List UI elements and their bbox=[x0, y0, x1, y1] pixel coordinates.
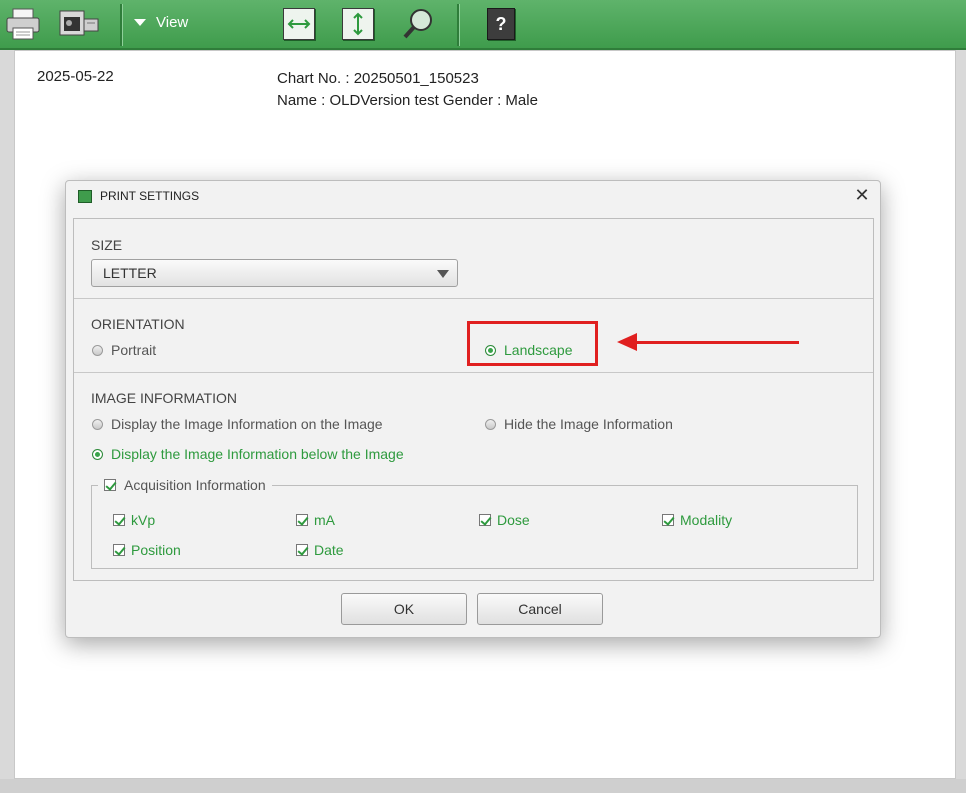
cancel-button[interactable]: Cancel bbox=[477, 593, 603, 625]
checkbox-checked-icon bbox=[479, 514, 491, 526]
toolbar: View ? bbox=[0, 0, 966, 50]
printer-icon[interactable] bbox=[4, 6, 42, 42]
size-section-label: SIZE bbox=[91, 237, 123, 253]
kvp-label: kVp bbox=[131, 512, 156, 528]
annotation-arrow-shaft bbox=[634, 341, 799, 344]
dialog-titlebar: PRINT SETTINGS bbox=[78, 189, 199, 203]
portrait-label: Portrait bbox=[111, 342, 157, 358]
chart-number: Chart No. : 20250501_150523 bbox=[277, 70, 479, 87]
patient-info: Chart No. : 20250501_150523 Name : OLDVe… bbox=[277, 68, 538, 112]
dialog-title: PRINT SETTINGS bbox=[100, 189, 200, 203]
section-divider bbox=[74, 298, 873, 299]
paper-size-value: LETTER bbox=[103, 265, 157, 281]
portrait-radio[interactable]: Portrait bbox=[92, 342, 156, 358]
view-menu[interactable]: View bbox=[134, 14, 188, 31]
annotation-arrow-icon bbox=[617, 333, 637, 351]
radio-button-icon bbox=[92, 344, 103, 356]
date-checkbox[interactable]: Date bbox=[296, 542, 344, 558]
modality-label: Modality bbox=[680, 512, 733, 528]
checkbox-checked-icon bbox=[113, 544, 125, 556]
checkbox-checked-icon bbox=[104, 479, 116, 491]
checkbox-checked-icon bbox=[296, 514, 308, 526]
modality-checkbox[interactable]: Modality bbox=[662, 512, 732, 528]
fit-height-icon[interactable] bbox=[341, 6, 375, 42]
acquisition-info-group: Acquisition Information kVp mA Dose Moda… bbox=[91, 477, 858, 569]
acquisition-checkbox-wrap bbox=[104, 479, 116, 491]
fit-width-icon[interactable] bbox=[282, 6, 316, 42]
highlight-box bbox=[467, 321, 598, 366]
dose-label: Dose bbox=[497, 512, 530, 528]
dose-checkbox[interactable]: Dose bbox=[479, 512, 530, 528]
checkbox-checked-icon bbox=[113, 514, 125, 526]
display-on-image-radio[interactable]: Display the Image Information on the Ima… bbox=[92, 416, 383, 432]
date-label: Date bbox=[314, 542, 344, 558]
hide-image-info-label: Hide the Image Information bbox=[504, 416, 673, 432]
view-label: View bbox=[156, 14, 189, 31]
horizontal-scrollbar[interactable] bbox=[0, 779, 966, 793]
help-glyph: ? bbox=[495, 13, 507, 34]
print-date: 2025-05-22 bbox=[37, 68, 114, 85]
display-below-image-radio[interactable]: Display the Image Information below the … bbox=[92, 446, 404, 462]
kvp-checkbox[interactable]: kVp bbox=[113, 512, 155, 528]
image-info-section-label: IMAGE INFORMATION bbox=[91, 390, 237, 406]
print-settings-dialog: PRINT SETTINGS ✕ SIZE LETTER ORIENTATION… bbox=[65, 180, 881, 638]
display-below-image-label: Display the Image Information below the … bbox=[111, 446, 404, 462]
display-on-image-label: Display the Image Information on the Ima… bbox=[111, 416, 383, 432]
zoom-icon[interactable] bbox=[400, 6, 436, 42]
help-icon[interactable]: ? bbox=[485, 6, 517, 42]
ma-checkbox[interactable]: mA bbox=[296, 512, 335, 528]
settings-panel: SIZE LETTER ORIENTATION Portrait Landsca… bbox=[73, 218, 874, 581]
radio-selected-icon bbox=[92, 448, 103, 460]
paper-size-select[interactable]: LETTER bbox=[91, 259, 458, 287]
dropdown-arrow-icon bbox=[134, 19, 146, 26]
position-label: Position bbox=[131, 542, 181, 558]
app-icon bbox=[78, 189, 92, 203]
orientation-section-label: ORIENTATION bbox=[91, 316, 185, 332]
close-icon[interactable]: ✕ bbox=[852, 185, 872, 205]
patient-name-gender: Name : OLDVersion test Gender : Male bbox=[277, 92, 538, 109]
acquisition-info-label: Acquisition Information bbox=[124, 477, 266, 493]
chevron-down-icon bbox=[437, 270, 449, 278]
checkbox-checked-icon bbox=[296, 544, 308, 556]
position-checkbox[interactable]: Position bbox=[113, 542, 181, 558]
section-divider bbox=[74, 372, 873, 373]
checkbox-checked-icon bbox=[662, 514, 674, 526]
radio-button-icon bbox=[485, 418, 496, 430]
ok-button[interactable]: OK bbox=[341, 593, 467, 625]
ma-label: mA bbox=[314, 512, 335, 528]
toolbar-separator bbox=[457, 4, 460, 46]
acquisition-info-checkbox[interactable]: Acquisition Information bbox=[98, 477, 272, 493]
hide-image-info-radio[interactable]: Hide the Image Information bbox=[485, 416, 673, 432]
scanner-icon[interactable] bbox=[56, 6, 102, 42]
toolbar-separator bbox=[120, 4, 123, 46]
radio-button-icon bbox=[92, 418, 103, 430]
